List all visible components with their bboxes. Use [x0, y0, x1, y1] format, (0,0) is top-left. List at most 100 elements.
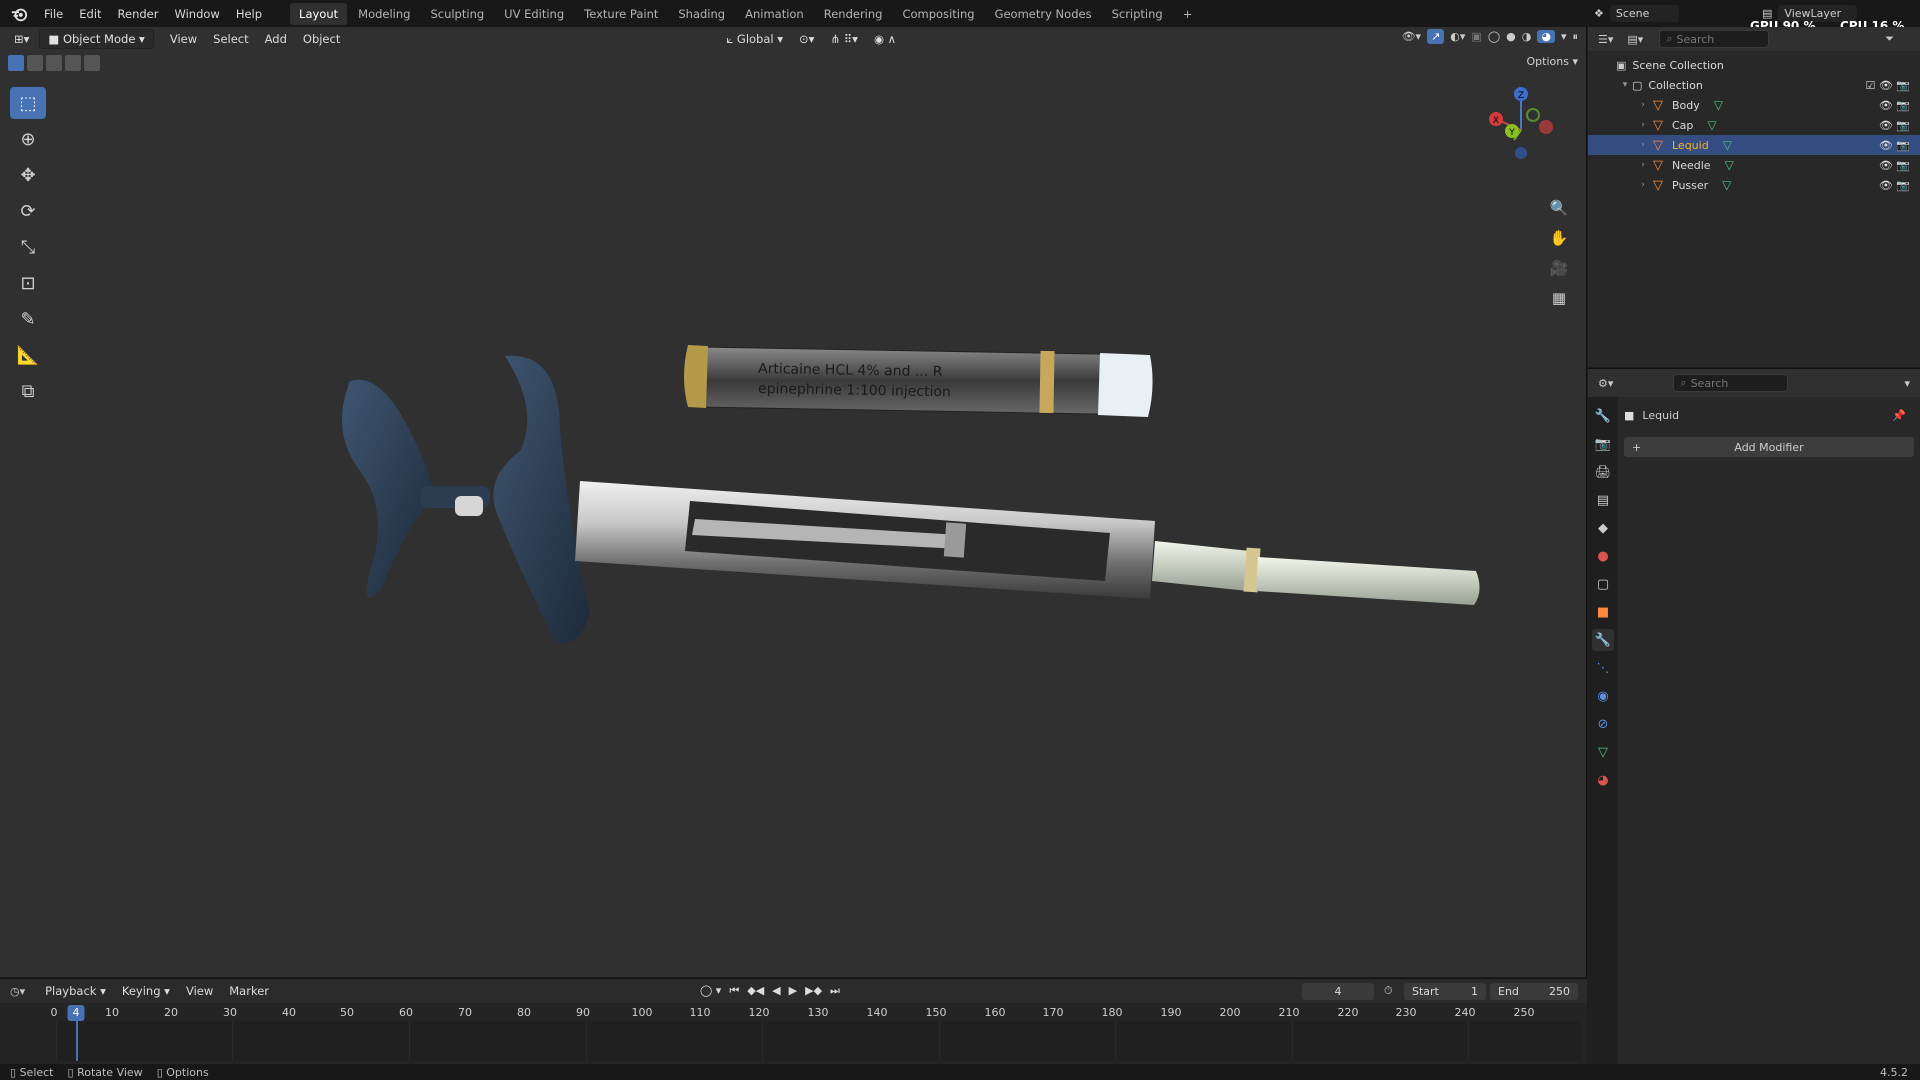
pin-icon[interactable]: 📌	[1892, 409, 1906, 422]
visibility-icons[interactable]: 👁 📷	[1879, 139, 1910, 152]
tab-compositing[interactable]: Compositing	[893, 3, 983, 25]
snap-icon[interactable]: ⋔ ⠿▾	[824, 30, 864, 48]
toggle-sidebar-icon[interactable]: ⏸	[1573, 30, 1579, 44]
outliner-editor-icon[interactable]: ☰▾	[1598, 33, 1613, 46]
jump-end-icon[interactable]: ⏭	[830, 984, 840, 998]
editor-type-icon[interactable]: ⊞▾	[8, 30, 35, 48]
mesh-data-icon[interactable]: ▽	[1707, 118, 1716, 132]
add-modifier-button[interactable]: + Add Modifier	[1624, 437, 1914, 457]
outliner-item-needle[interactable]: › ▽ Needle ▽ 👁 📷	[1588, 155, 1920, 175]
mode-dropdown[interactable]: ■ Object Mode ▾	[39, 29, 154, 49]
pivot-icon[interactable]: ⊙▾	[793, 30, 820, 48]
tab-sculpting[interactable]: Sculpting	[421, 3, 493, 25]
orientation-dropdown[interactable]: ⟀ Global ▾	[720, 30, 789, 49]
auto-keying-icon[interactable]: ◯ ▾	[700, 984, 721, 998]
blender-logo-icon[interactable]	[10, 5, 28, 23]
modifier-tab-icon[interactable]: 🔧	[1592, 629, 1614, 651]
cartridge-object[interactable]: Articaine HCL 4% and ... R epinephrine 1…	[684, 345, 1153, 417]
data-tab-icon[interactable]: ▽	[1592, 741, 1614, 763]
timeline-ruler[interactable]: 0 10 20 30 40 50 60 70 80 90 100 110 120…	[0, 1003, 1587, 1021]
menu-object[interactable]: Object	[297, 30, 346, 48]
expand-icon[interactable]: ›	[1636, 100, 1650, 110]
proportional-edit-icon[interactable]: ◉ ∧	[868, 30, 902, 48]
filter-icon[interactable]: ⏷	[1885, 32, 1894, 46]
menu-marker[interactable]: Marker	[223, 982, 275, 1000]
outliner-item-pusser[interactable]: › ▽ Pusser ▽ 👁 📷	[1588, 175, 1920, 195]
view-layer-tab-icon[interactable]: ▤	[1592, 489, 1614, 511]
zoom-icon[interactable]: 🔍	[1546, 195, 1572, 221]
object-tab-icon[interactable]: ■	[1592, 601, 1614, 623]
gizmo-toggle-icon[interactable]: ↗	[1427, 29, 1445, 44]
perspective-toggle-icon[interactable]: ▦	[1546, 285, 1572, 311]
outliner-search-input[interactable]: ⌕ Search	[1659, 30, 1770, 48]
scene-render[interactable]: Articaine HCL 4% and ... R epinephrine 1…	[0, 51, 1587, 977]
particles-tab-icon[interactable]: ⋱	[1592, 657, 1614, 679]
collection-expand-icon[interactable]: ▾	[1618, 80, 1632, 90]
expand-icon[interactable]: ›	[1636, 140, 1650, 150]
lequid-needle-object[interactable]	[1152, 541, 1480, 605]
collection-tab-icon[interactable]: ▢	[1592, 573, 1614, 595]
collection-row[interactable]: ▾ ▢ Collection ☑ 👁 📷	[1588, 75, 1920, 95]
body-handle-object[interactable]	[342, 355, 590, 643]
3d-viewport[interactable]: ⊞▾ ■ Object Mode ▾ View Select Add Objec…	[0, 27, 1587, 977]
wireframe-shading-icon[interactable]: ◯	[1488, 30, 1500, 43]
menu-file[interactable]: File	[36, 7, 71, 21]
current-frame-field[interactable]: 4	[1302, 982, 1374, 1000]
play-icon[interactable]: ▶	[789, 984, 797, 998]
visibility-icons[interactable]: 👁 📷	[1879, 159, 1910, 172]
clock-icon[interactable]: ⏱	[1384, 984, 1393, 998]
outliner-item-body[interactable]: › ▽ Body ▽ 👁 📷	[1588, 95, 1920, 115]
jump-start-icon[interactable]: ⏮	[729, 984, 739, 998]
mesh-data-icon[interactable]: ▽	[1725, 158, 1734, 172]
collection-visibility-icons[interactable]: ☑ 👁 📷	[1865, 79, 1910, 92]
xray-icon[interactable]: ▣	[1471, 30, 1481, 43]
shading-options-icon[interactable]: ▾	[1561, 30, 1567, 43]
next-keyframe-icon[interactable]: ▶◆	[805, 984, 822, 998]
tab-modeling[interactable]: Modeling	[349, 3, 419, 25]
visibility-icons[interactable]: 👁 📷	[1879, 119, 1910, 132]
output-tab-icon[interactable]: 🖨	[1592, 461, 1614, 483]
menu-keying[interactable]: Keying ▾	[116, 982, 176, 1000]
play-reverse-icon[interactable]: ◀	[772, 984, 780, 998]
tab-rendering[interactable]: Rendering	[815, 3, 892, 25]
playhead-line[interactable]	[76, 1019, 78, 1061]
start-frame-field[interactable]: Start 1	[1404, 982, 1486, 1000]
expand-icon[interactable]: ›	[1636, 160, 1650, 170]
visibility-icons[interactable]: 👁 📷	[1879, 179, 1910, 192]
render-tab-icon[interactable]: 📷	[1592, 433, 1614, 455]
expand-icon[interactable]: ›	[1636, 180, 1650, 190]
rendered-shading-icon[interactable]: ◕	[1537, 30, 1555, 43]
tab-layout[interactable]: Layout	[290, 2, 348, 25]
mesh-data-icon[interactable]: ▽	[1714, 98, 1723, 112]
timeline-editor-icon[interactable]: ◷▾	[10, 985, 25, 998]
tab-animation[interactable]: Animation	[736, 3, 813, 25]
timeline-track-area[interactable]	[56, 1019, 1581, 1061]
menu-help[interactable]: Help	[228, 7, 270, 21]
mesh-data-icon[interactable]: ▽	[1723, 138, 1732, 152]
menu-timeline-view[interactable]: View	[180, 982, 219, 1000]
chevron-down-icon[interactable]: ▾	[1904, 377, 1910, 390]
properties-editor-icon[interactable]: ⚙▾	[1598, 377, 1613, 390]
camera-view-icon[interactable]: 🎥	[1546, 255, 1572, 281]
scene-tab-icon[interactable]: ◆	[1592, 517, 1614, 539]
physics-tab-icon[interactable]: ◉	[1592, 685, 1614, 707]
tab-texture-paint[interactable]: Texture Paint	[575, 3, 667, 25]
menu-select[interactable]: Select	[207, 30, 254, 48]
pan-hand-icon[interactable]: ✋	[1546, 225, 1572, 251]
constraints-tab-icon[interactable]: ⊘	[1592, 713, 1614, 735]
prev-keyframe-icon[interactable]: ◆◀	[747, 984, 764, 998]
overlay-icon[interactable]: ◐▾	[1450, 30, 1465, 43]
material-shading-icon[interactable]: ◑	[1522, 30, 1532, 43]
visibility-icons[interactable]: 👁 📷	[1879, 99, 1910, 112]
properties-search-input[interactable]: ⌕ Search	[1673, 374, 1789, 392]
scene-selector[interactable]: ❖ Scene	[1588, 3, 1748, 23]
display-mode-icon[interactable]: ▤▾	[1627, 33, 1643, 46]
material-tab-icon[interactable]: ◕	[1592, 769, 1614, 791]
navigation-gizmo[interactable]: Z X Y	[1476, 85, 1566, 175]
expand-icon[interactable]: ›	[1636, 120, 1650, 130]
mesh-data-icon[interactable]: ▽	[1722, 178, 1731, 192]
tab-geometry-nodes[interactable]: Geometry Nodes	[986, 3, 1101, 25]
outliner-item-lequid[interactable]: › ▽ Lequid ▽ 👁 📷	[1588, 135, 1920, 155]
outliner-item-cap[interactable]: › ▽ Cap ▽ 👁 📷	[1588, 115, 1920, 135]
add-workspace-button[interactable]: +	[1174, 3, 1202, 25]
